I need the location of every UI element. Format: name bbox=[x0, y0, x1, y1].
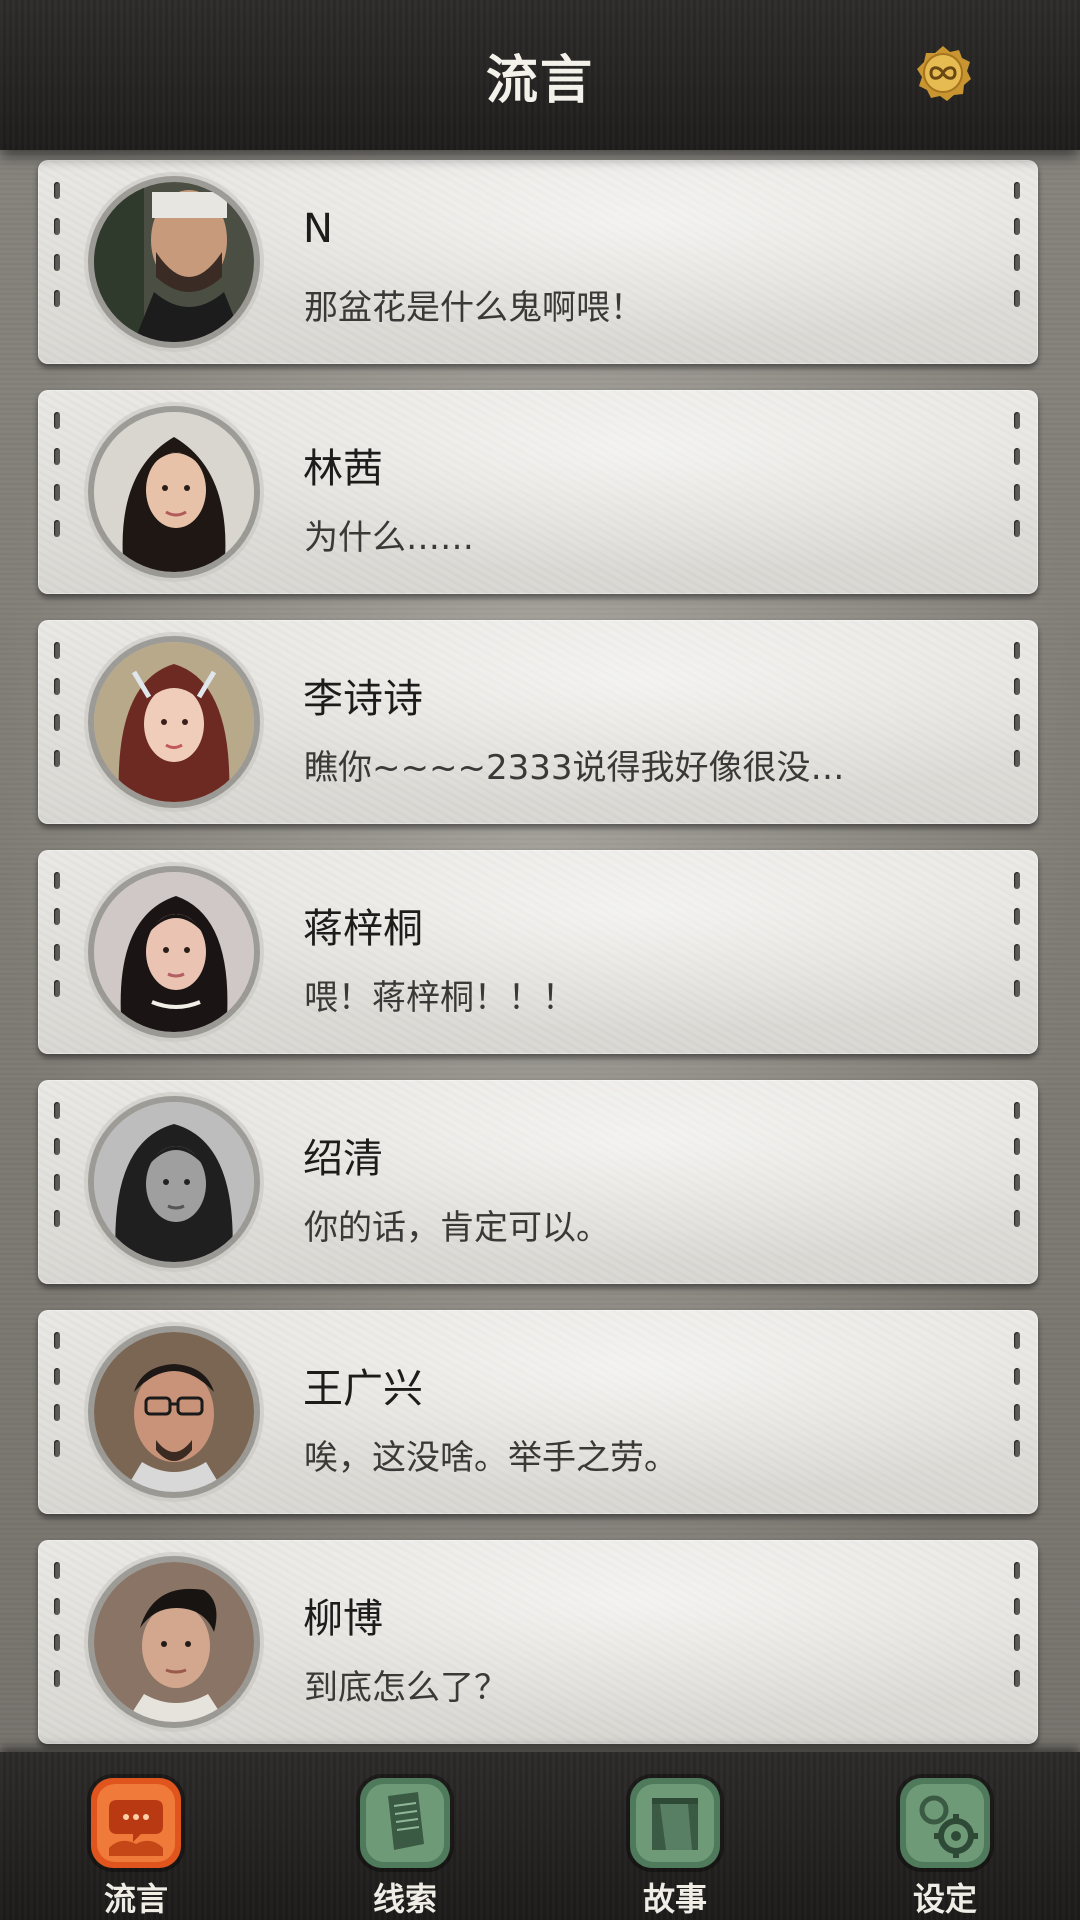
last-message: 喂！蒋梓桐！！！ bbox=[304, 978, 576, 1018]
last-message: 唉，这没啥。举手之劳。 bbox=[304, 1438, 678, 1478]
conversation-card[interactable]: 李诗诗 瞧你~~~~2333说得我好像很没… bbox=[38, 620, 1038, 824]
card-punch-holes bbox=[1014, 1102, 1022, 1262]
card-punch-holes bbox=[1014, 872, 1022, 1032]
card-punch-holes bbox=[1014, 1562, 1022, 1722]
last-message: 瞧你~~~~2333说得我好像很没… bbox=[304, 748, 845, 788]
conversation-card[interactable]: 王广兴 唉，这没啥。举手之劳。 bbox=[38, 1310, 1038, 1514]
bottom-tab-bar: 流言 线索 故事 设定 bbox=[0, 1752, 1080, 1920]
contact-name: 李诗诗 bbox=[303, 676, 423, 722]
card-punch-holes bbox=[1014, 642, 1022, 802]
tab-label: 流言 bbox=[103, 1880, 168, 1918]
contact-name: 蒋梓桐 bbox=[303, 906, 423, 952]
card-punch-holes bbox=[1014, 1332, 1022, 1492]
man-beard-avatar bbox=[94, 182, 254, 342]
woman-dark-hair-avatar bbox=[94, 872, 254, 1032]
card-punch-holes bbox=[54, 1332, 62, 1492]
card-punch-holes bbox=[54, 1102, 62, 1262]
last-message: 到底怎么了？ bbox=[304, 1668, 508, 1708]
tab-settings[interactable]: 设定 bbox=[845, 1752, 1045, 1920]
card-punch-holes bbox=[1014, 182, 1022, 342]
woman-red-hair-avatar bbox=[94, 642, 254, 802]
woman-monochrome-avatar bbox=[94, 1102, 254, 1262]
conversation-card[interactable]: 绍清 你的话，肯定可以。 bbox=[38, 1080, 1038, 1284]
man-young-avatar bbox=[94, 1562, 254, 1722]
contact-name: 王广兴 bbox=[303, 1366, 423, 1412]
conversation-card[interactable]: N 那盆花是什么鬼啊喂！ bbox=[38, 160, 1038, 364]
last-message: 你的话，肯定可以。 bbox=[304, 1208, 610, 1248]
conversation-list: N 那盆花是什么鬼啊喂！ 林茜 为什么…… 李诗诗 瞧你~~~~2333说得我好… bbox=[0, 150, 1080, 1750]
contact-name: 柳博 bbox=[303, 1596, 383, 1642]
conversation-card[interactable]: 蒋梓桐 喂！蒋梓桐！！！ bbox=[38, 850, 1038, 1054]
last-message: 那盆花是什么鬼啊喂！ bbox=[304, 288, 644, 328]
last-message: 为什么…… bbox=[304, 518, 474, 558]
tab-stories[interactable]: 故事 bbox=[575, 1752, 775, 1920]
tab-label: 故事 bbox=[642, 1880, 707, 1918]
tab-clues[interactable]: 线索 bbox=[305, 1752, 505, 1920]
contact-name: N bbox=[303, 206, 333, 252]
gear-icon bbox=[900, 1778, 990, 1868]
chat-bubble-icon bbox=[91, 1778, 181, 1868]
tab-label: 线索 bbox=[372, 1880, 437, 1918]
card-punch-holes bbox=[54, 412, 62, 572]
woman-long-hair-avatar bbox=[94, 412, 254, 572]
conversation-card[interactable]: 林茜 为什么…… bbox=[38, 390, 1038, 594]
contact-name: 林茜 bbox=[303, 446, 383, 492]
card-punch-holes bbox=[54, 872, 62, 1032]
card-punch-holes bbox=[54, 1562, 62, 1722]
card-punch-holes bbox=[1014, 412, 1022, 572]
top-bar: 流言 bbox=[0, 0, 1080, 150]
card-punch-holes bbox=[54, 642, 62, 802]
man-glasses-avatar bbox=[94, 1332, 254, 1492]
tab-rumors[interactable]: 流言 bbox=[36, 1752, 236, 1920]
contact-name: 绍清 bbox=[303, 1136, 383, 1182]
conversation-card[interactable]: 柳博 到底怎么了？ bbox=[38, 1540, 1038, 1744]
infinity-coin-icon[interactable] bbox=[914, 44, 972, 102]
tab-label: 设定 bbox=[912, 1880, 977, 1918]
card-punch-holes bbox=[54, 182, 62, 342]
document-icon bbox=[360, 1778, 450, 1868]
book-icon bbox=[630, 1778, 720, 1868]
